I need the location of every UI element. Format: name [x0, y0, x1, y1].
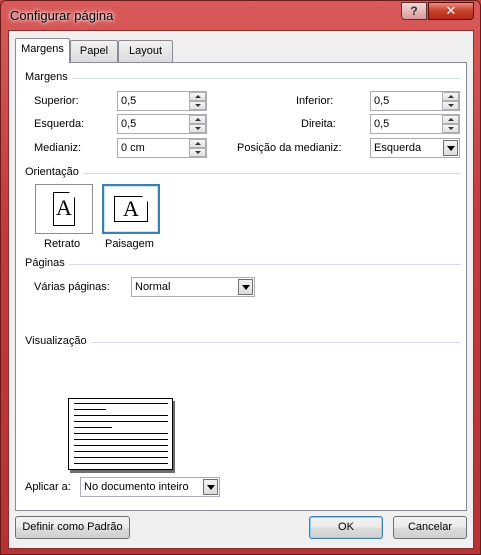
paisagem-option[interactable]: A — [102, 184, 160, 234]
retrato-label: Retrato — [44, 238, 81, 250]
preview-line — [74, 433, 168, 434]
paisagem-label: Paisagem — [105, 238, 154, 250]
page-setup-dialog: Configurar página ? ✕ Margens Papel Layo… — [0, 0, 481, 555]
spin-down-icon[interactable] — [442, 124, 459, 133]
medianiz-value: 0 cm — [121, 142, 145, 154]
varias-paginas-select[interactable]: Normal — [131, 277, 255, 297]
direita-value: 0,5 — [374, 118, 390, 130]
preview-line — [74, 463, 168, 464]
medianiz-label: Medianiz: — [34, 142, 82, 154]
tab-panel-margens: Margens Superior: 0,5 Inferior: 0,5 Esqu… — [15, 62, 467, 511]
direita-spinner[interactable]: 0,5 — [370, 114, 460, 134]
section-paginas: Páginas — [25, 257, 461, 271]
ok-button[interactable]: OK — [309, 516, 383, 539]
spin-up-icon[interactable] — [442, 115, 459, 124]
spin-down-icon[interactable] — [189, 101, 206, 110]
tab-layout[interactable]: Layout — [118, 40, 173, 62]
direita-label: Direita: — [301, 118, 336, 130]
portrait-page-icon: A — [53, 192, 75, 226]
preview-line — [74, 427, 112, 428]
inferior-spinner[interactable]: 0,5 — [370, 91, 460, 111]
chevron-down-icon[interactable] — [238, 279, 253, 295]
set-default-button[interactable]: Definir como Padrão — [15, 516, 130, 539]
medianiz-spinner[interactable]: 0 cm — [117, 138, 207, 158]
help-button[interactable]: ? — [401, 2, 427, 20]
esquerda-value: 0,5 — [121, 118, 137, 130]
varias-paginas-value: Normal — [135, 281, 171, 293]
superior-label: Superior: — [34, 95, 79, 107]
section-orientacao: Orientação — [25, 166, 461, 180]
chevron-down-icon[interactable] — [443, 140, 458, 156]
spin-up-icon[interactable] — [189, 139, 206, 148]
inferior-label: Inferior: — [296, 95, 334, 107]
preview-line — [74, 415, 168, 416]
tab-margens[interactable]: Margens — [15, 38, 70, 63]
title-bar[interactable]: Configurar página ? ✕ — [1, 1, 480, 31]
window-title: Configurar página — [10, 8, 114, 23]
preview-line — [74, 403, 168, 404]
superior-spinner[interactable]: 0,5 — [117, 91, 207, 111]
esquerda-spinner[interactable]: 0,5 — [117, 114, 207, 134]
posicao-medianiz-value: Esquerda — [374, 142, 422, 154]
preview-line — [74, 409, 106, 410]
preview-line — [74, 439, 168, 440]
spin-down-icon[interactable] — [189, 148, 206, 157]
posicao-medianiz-label: Posição da medianiz: — [237, 142, 342, 154]
close-button[interactable]: ✕ — [428, 2, 474, 20]
page-preview — [68, 398, 173, 470]
esquerda-label: Esquerda: — [34, 118, 85, 130]
preview-line — [74, 421, 168, 422]
posicao-medianiz-select[interactable]: Esquerda — [370, 138, 460, 158]
preview-line — [74, 457, 168, 458]
preview-line — [74, 445, 168, 446]
varias-paginas-label: Várias páginas: — [34, 281, 110, 293]
cancel-button[interactable]: Cancelar — [393, 516, 467, 539]
retrato-option[interactable]: A — [35, 184, 93, 234]
spin-down-icon[interactable] — [442, 101, 459, 110]
spin-up-icon[interactable] — [442, 92, 459, 101]
section-margens: Margens — [25, 71, 461, 85]
spin-up-icon[interactable] — [189, 92, 206, 101]
superior-value: 0,5 — [121, 95, 137, 107]
landscape-page-icon: A — [114, 196, 148, 222]
dialog-client-area: Margens Papel Layout Margens Superior: 0… — [8, 30, 474, 549]
section-visualizacao: Visualização — [25, 335, 461, 349]
preview-line — [74, 451, 168, 452]
aplicar-a-value: No documento inteiro — [84, 481, 189, 493]
tab-papel[interactable]: Papel — [70, 40, 118, 62]
chevron-down-icon[interactable] — [203, 479, 218, 495]
aplicar-a-select[interactable]: No documento inteiro — [80, 477, 220, 497]
inferior-value: 0,5 — [374, 95, 390, 107]
spin-down-icon[interactable] — [189, 124, 206, 133]
spin-up-icon[interactable] — [189, 115, 206, 124]
aplicar-a-label: Aplicar a: — [25, 481, 71, 493]
